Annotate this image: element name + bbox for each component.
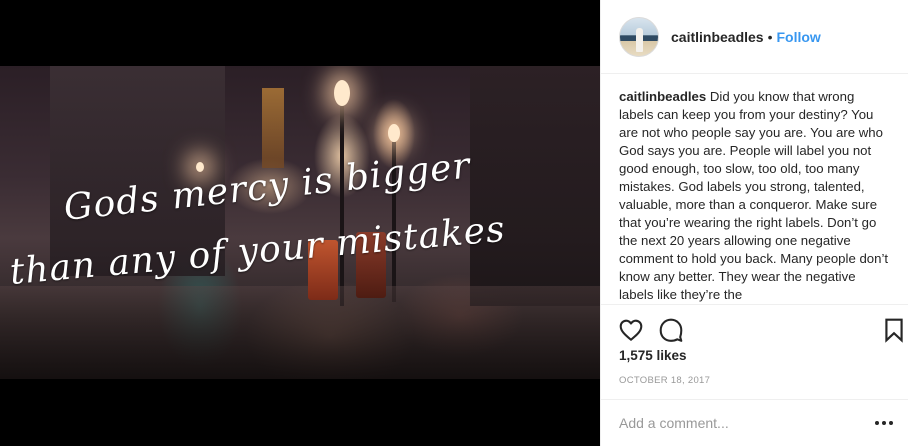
comment-bubble-icon[interactable] xyxy=(658,317,684,343)
post-side-panel: caitlinbeadles • Follow caitlinbeadles D… xyxy=(600,0,908,446)
avatar-figure xyxy=(636,27,643,52)
post-date: OCTOBER 18, 2017 xyxy=(619,375,711,386)
post-photo: Gods mercy is bigger than any of your mi… xyxy=(0,66,600,379)
photo-building-right xyxy=(470,66,600,306)
header-username[interactable]: caitlinbeadles xyxy=(671,29,764,45)
follow-button[interactable]: Follow xyxy=(777,29,821,45)
photo-street-lamp xyxy=(388,124,400,142)
photo-wet-street xyxy=(0,286,600,379)
more-dot xyxy=(875,421,879,425)
likes-count[interactable]: 1,575 likes xyxy=(619,348,687,363)
header-separator: • xyxy=(767,28,773,45)
comment-input[interactable] xyxy=(619,415,875,431)
caption-text: Did you know that wrong labels can keep … xyxy=(619,89,889,302)
photo-lamp-pole xyxy=(340,106,344,306)
photo-street-lamp xyxy=(334,80,350,106)
action-bar xyxy=(601,304,908,348)
post-caption: caitlinbeadles Did you know that wrong l… xyxy=(619,88,891,304)
post-header: caitlinbeadles • Follow xyxy=(601,0,908,74)
more-dot xyxy=(882,421,886,425)
photo-street-lamp xyxy=(196,162,204,172)
caption-username[interactable]: caitlinbeadles xyxy=(619,89,706,104)
post-media[interactable]: Gods mercy is bigger than any of your mi… xyxy=(0,0,600,446)
bookmark-icon[interactable] xyxy=(881,317,907,343)
heart-icon[interactable] xyxy=(618,317,644,343)
more-options-icon[interactable] xyxy=(875,420,893,426)
avatar[interactable] xyxy=(619,16,659,57)
more-dot xyxy=(889,421,893,425)
comment-bar xyxy=(601,399,908,446)
photo-neon-sign xyxy=(262,88,284,168)
